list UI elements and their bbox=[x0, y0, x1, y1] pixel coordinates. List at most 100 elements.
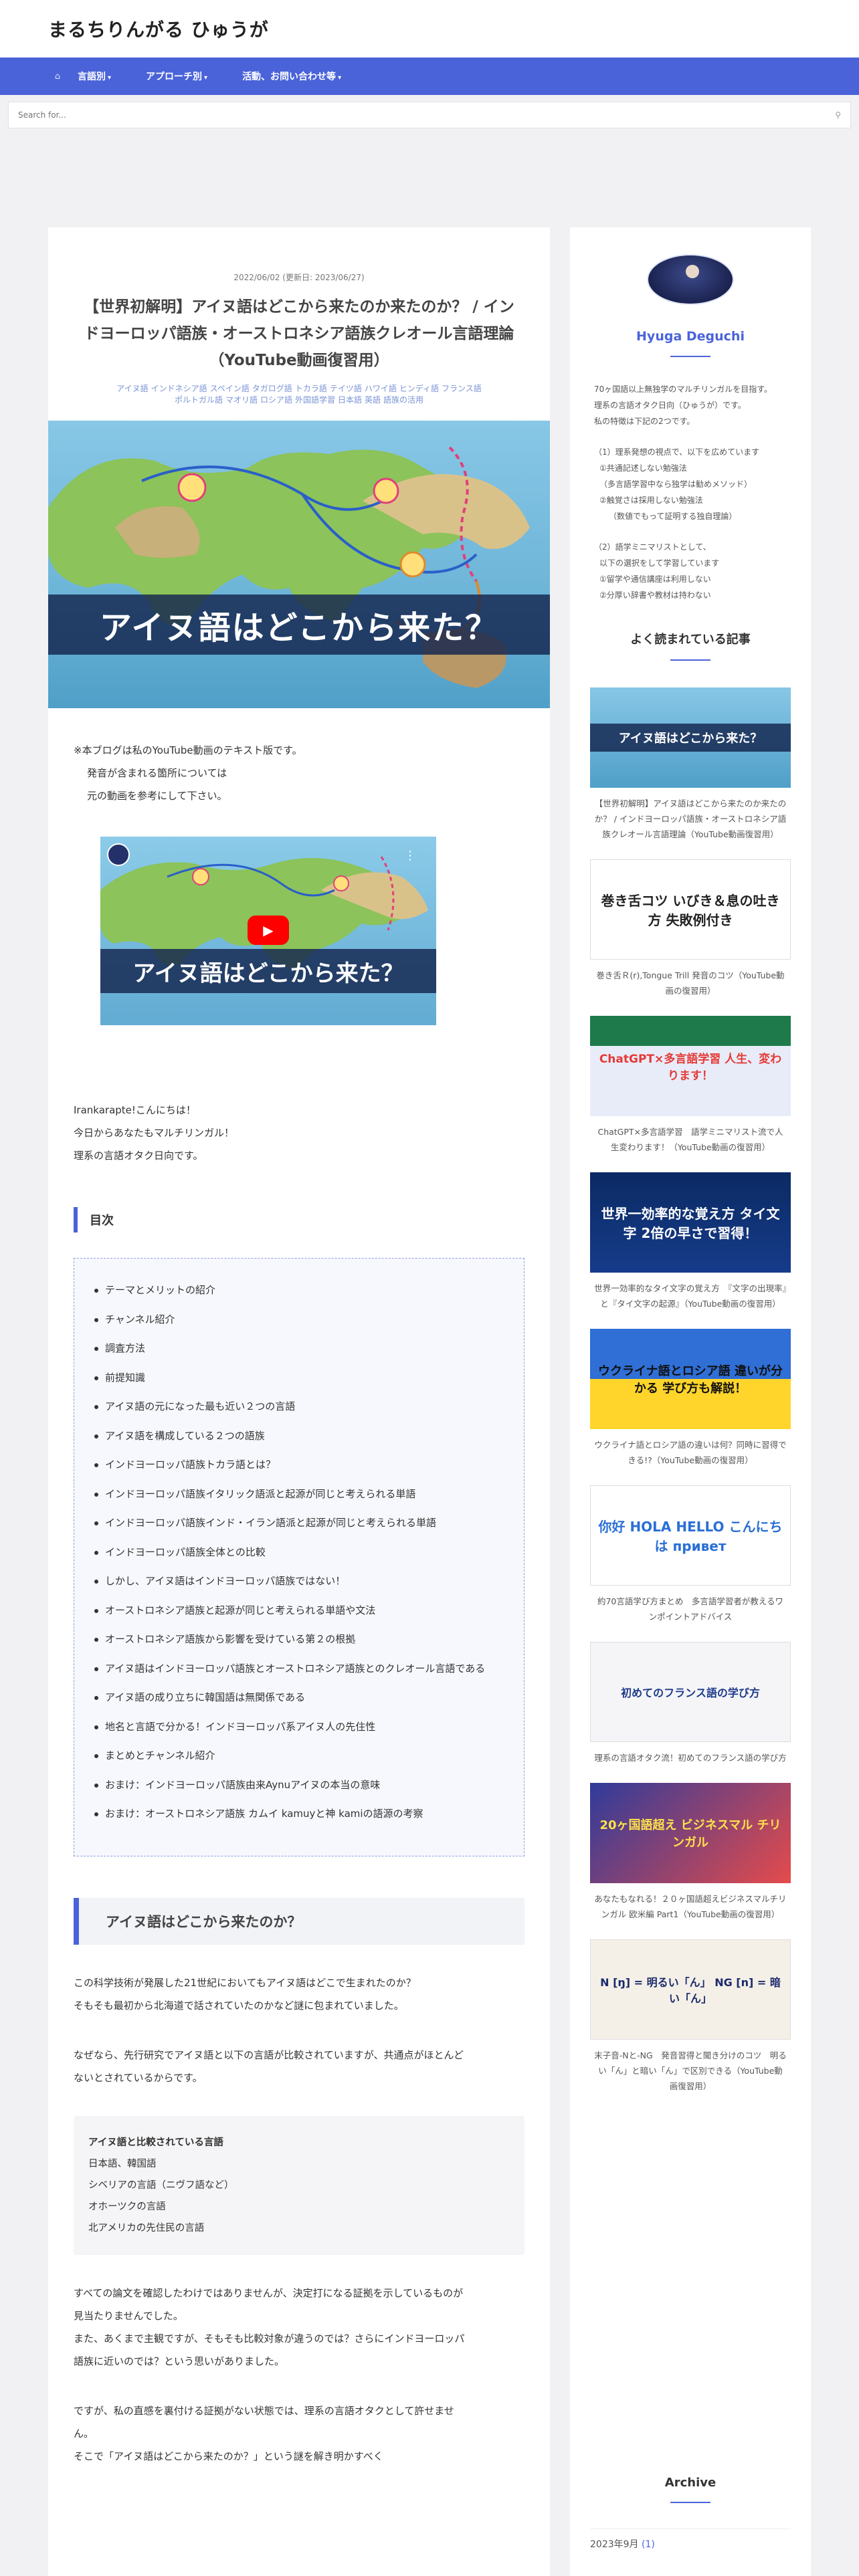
popular-post-thumbnail[interactable]: アイヌ語はどこから来た？ bbox=[590, 687, 791, 788]
box-item: 北アメリカの先住民の言語 bbox=[88, 2222, 205, 2234]
popular-post-thumbnail[interactable]: ChatGPT×多言語学習 人生、変わります！ bbox=[590, 1016, 791, 1116]
tag-link[interactable]: フランス語 bbox=[442, 384, 482, 393]
paragraph-line: ないとされているからです。 bbox=[74, 2071, 203, 2084]
profile-name: Hyuga Deguchi bbox=[636, 329, 745, 344]
toc-item[interactable]: インドヨーロッパ語族インド・イラン語派と起源が同じと考えられる単語 bbox=[88, 1515, 510, 1530]
popular-post-thumbnail[interactable]: 你好 HOLA HELLO こんにちは привет bbox=[590, 1485, 791, 1586]
sidebar: Hyuga Deguchi 70ヶ国語以上無独学のマルチリンガルを目指す。 理系… bbox=[570, 227, 811, 2576]
tag-link[interactable]: 外国語学習 bbox=[295, 395, 335, 405]
play-icon[interactable]: ▶ bbox=[248, 916, 289, 945]
toc-item[interactable]: オーストロネシア語族から影響を受けている第２の根拠 bbox=[88, 1632, 510, 1646]
profile-line: 理系の言語オタク日向（ひゅうが）です。 bbox=[594, 401, 746, 410]
greeting-line: Irankarapte!こんにちは！ bbox=[74, 1104, 196, 1116]
toc-item[interactable]: インドヨーロッパ語族全体との比較 bbox=[88, 1545, 510, 1560]
popular-post-thumbnail[interactable]: 初めてのフランス語の学び方 bbox=[590, 1642, 791, 1742]
popular-post-title[interactable]: 理系の言語オタク流！初めてのフランス語の学び方 bbox=[590, 1750, 791, 1765]
popular-post[interactable]: 你好 HOLA HELLO こんにちは привет 約70言語学び方まとめ 多言… bbox=[590, 1485, 791, 1624]
box-item: 日本語、韓国語 bbox=[88, 2158, 157, 2169]
toc-item[interactable]: アイヌ語を構成している２つの語族 bbox=[88, 1428, 510, 1443]
tag-link[interactable]: ロシア語 bbox=[260, 395, 292, 405]
popular-post-thumbnail[interactable]: 20ヶ国語超え ビジネスマル チリンガル bbox=[590, 1783, 791, 1883]
search-bar: ⚲ bbox=[8, 102, 851, 128]
nav-item-languages[interactable]: 言語別 ▾ bbox=[78, 70, 111, 83]
paragraph-line: そこで「アイヌ語はどこから来たのか？」という謎を解き明かすべく bbox=[74, 2450, 383, 2462]
popular-post-title[interactable]: 末子音-Nと-NG 発音習得と聞き分けのコツ 明るい「ん」と暗い「ん」で区別でき… bbox=[590, 2048, 791, 2094]
popular-post-title[interactable]: 巻き舌Ｒ(r),Tongue Trill 発音のコツ（YouTube動画の復習用… bbox=[590, 968, 791, 998]
tag-link[interactable]: 英語 bbox=[365, 395, 381, 405]
paragraph: この科学技術が発展した21世紀においてもアイヌ語はどこで生まれたのか？ そもそも… bbox=[74, 1971, 524, 2017]
toc-item[interactable]: アイヌ語の成り立ちに韓国語は無関係である bbox=[88, 1690, 510, 1705]
popular-widget: よく読まれている記事 アイヌ語はどこから来た？ 【世界初解明】アイヌ語はどこから来… bbox=[570, 630, 811, 2094]
tag-link[interactable]: トカラ語 bbox=[295, 384, 327, 393]
tag-link[interactable]: インドネシア語 bbox=[151, 384, 207, 393]
site-title[interactable]: まるちりんがる ひゅうが bbox=[48, 15, 269, 42]
nav-item-label: 言語別 bbox=[78, 72, 106, 82]
channel-avatar[interactable] bbox=[107, 843, 130, 866]
archive-month: 2023年9月 bbox=[590, 2539, 639, 2550]
toc-heading: 目次 bbox=[74, 1207, 524, 1232]
youtube-video-embed[interactable]: ⋮ アイヌ語はどこから来た？ ▶ bbox=[100, 837, 436, 1025]
tag-link[interactable]: ヒンディ語 bbox=[399, 384, 439, 393]
chevron-down-icon: ▾ bbox=[204, 74, 208, 82]
archive-item[interactable]: 2023年9月 (1) bbox=[590, 2529, 791, 2551]
paragraph-line: そもそも最初から北海道で話されていたのかなど謎に包まれていました。 bbox=[74, 1999, 404, 2012]
tag-link[interactable]: スペイン語 bbox=[210, 384, 250, 393]
tag-link[interactable]: 語族の活用 bbox=[383, 395, 423, 405]
popular-post-title[interactable]: あなたもなれる！２０ヶ国語超えビジネスマルチリンガル 欧米編 Part1（You… bbox=[590, 1891, 791, 1922]
toc-item[interactable]: オーストロネシア語族と起源が同じと考えられる単語や文法 bbox=[88, 1603, 510, 1618]
toc-item[interactable]: おまけ：オーストロネシア語族 カムイ kamuyと神 kamiの語源の考察 bbox=[88, 1806, 510, 1821]
tag-link[interactable]: ハワイ語 bbox=[365, 384, 397, 393]
article: 2022/06/02 (更新日: 2023/06/27) 【世界初解明】アイヌ語… bbox=[48, 227, 550, 2576]
box-title: アイヌ語と比較されている言語 bbox=[88, 2137, 223, 2148]
popular-post[interactable]: ChatGPT×多言語学習 人生、変わります！ ChatGPT×多言語学習 語学ミ… bbox=[590, 1016, 791, 1155]
popular-post-thumbnail[interactable]: 世界一効率的な覚え方 タイ文字 2倍の早さで習得！ bbox=[590, 1172, 791, 1273]
toc-item[interactable]: アイヌ語の元になった最も近い２つの言語 bbox=[88, 1399, 510, 1414]
search-icon[interactable]: ⚲ bbox=[835, 110, 841, 120]
thumbnail-text: N [ŋ] = 明るい「ん」 NG [n] = 暗い「ん」 bbox=[600, 1976, 781, 2005]
popular-post-thumbnail[interactable]: N [ŋ] = 明るい「ん」 NG [n] = 暗い「ん」 bbox=[590, 1939, 791, 2040]
toc-item[interactable]: まとめとチャンネル紹介 bbox=[88, 1748, 510, 1763]
toc-item[interactable]: インドヨーロッパ語族イタリック語派と起源が同じと考えられる単語 bbox=[88, 1487, 510, 1501]
popular-post[interactable]: ウクライナ語とロシア語 違いが分かる 学び方も解説！ ウクライナ語とロシア語の違い… bbox=[590, 1329, 791, 1468]
toc-item[interactable]: しかし、アイヌ語はインドヨーロッパ語族ではない！ bbox=[88, 1574, 510, 1588]
nav-item-activities[interactable]: 活動、お問い合わせ等 ▾ bbox=[242, 70, 341, 83]
popular-post[interactable]: 20ヶ国語超え ビジネスマル チリンガル あなたもなれる！２０ヶ国語超えビジネスマ… bbox=[590, 1783, 791, 1922]
toc-item[interactable]: 地名と言語で分かる！インドヨーロッパ系アイヌ人の先住性 bbox=[88, 1719, 510, 1734]
popular-post-thumbnail[interactable]: 巻き舌コツ いびき＆息の吐き方 失敗例付き bbox=[590, 859, 791, 960]
chevron-down-icon: ▾ bbox=[338, 74, 342, 82]
popular-post[interactable]: 巻き舌コツ いびき＆息の吐き方 失敗例付き巻き舌Ｒ(r),Tongue Tril… bbox=[590, 859, 791, 998]
tag-link[interactable]: 日本語 bbox=[338, 395, 362, 405]
tag-link[interactable]: テイツ語 bbox=[330, 384, 362, 393]
popular-post[interactable]: アイヌ語はどこから来た？ 【世界初解明】アイヌ語はどこから来たのか来たのか？ / … bbox=[590, 687, 791, 842]
chevron-down-icon: ▾ bbox=[108, 74, 112, 82]
popular-post-title[interactable]: ChatGPT×多言語学習 語学ミニマリスト流で人生変わります！（YouTube… bbox=[590, 1124, 791, 1155]
nav-item-approach[interactable]: アプローチ別 ▾ bbox=[146, 70, 207, 83]
popular-list: アイヌ語はどこから来た？ 【世界初解明】アイヌ語はどこから来たのか来たのか？ / … bbox=[570, 687, 811, 2094]
tag-link[interactable]: アイヌ語 bbox=[116, 384, 148, 393]
popular-post[interactable]: 初めてのフランス語の学び方理系の言語オタク流！初めてのフランス語の学び方 bbox=[590, 1642, 791, 1765]
tag-link[interactable]: タガログ語 bbox=[252, 384, 292, 393]
toc-item[interactable]: 調査方法 bbox=[88, 1341, 510, 1356]
home-icon[interactable]: ⌂ bbox=[37, 72, 78, 82]
popular-post-title[interactable]: 【世界初解明】アイヌ語はどこから来たのか来たのか？ / インドヨーロッパ語族・オ… bbox=[590, 796, 791, 842]
thumbnail-text: 20ヶ国語超え ビジネスマル チリンガル bbox=[599, 1818, 781, 1850]
toc-item[interactable]: インドヨーロッパ語族トカラ語とは？ bbox=[88, 1457, 510, 1472]
toc-item[interactable]: アイヌ語はインドヨーロッパ語族とオーストロネシア語族とのクレオール言語である bbox=[88, 1661, 510, 1676]
toc-item[interactable]: おまけ：インドヨーロッパ語族由来Aynuアイヌの本当の意味 bbox=[88, 1778, 510, 1792]
tag-link[interactable]: ポルトガル語 bbox=[175, 395, 223, 405]
popular-post[interactable]: 世界一効率的な覚え方 タイ文字 2倍の早さで習得！ 世界一効率的なタイ文字の覚え方… bbox=[590, 1172, 791, 1311]
paragraph-line: また、あくまで主観ですが、そもそも比較対象が違うのでは？さらにインドヨーロッパ bbox=[74, 2332, 465, 2345]
tag-link[interactable]: マオリ語 bbox=[225, 395, 258, 405]
popular-post-title[interactable]: 世界一効率的なタイ文字の覚え方 『文字の出現率』と『タイ文字の起源』（YouTu… bbox=[590, 1281, 791, 1311]
profile-avatar bbox=[647, 254, 734, 305]
popular-post[interactable]: N [ŋ] = 明るい「ん」 NG [n] = 暗い「ん」末子音-Nと-NG 発… bbox=[590, 1939, 791, 2094]
search-input[interactable] bbox=[18, 110, 759, 120]
popular-post-thumbnail[interactable]: ウクライナ語とロシア語 違いが分かる 学び方も解説！ bbox=[590, 1329, 791, 1429]
world-map-image bbox=[48, 446, 530, 688]
more-options-icon[interactable]: ⋮ bbox=[404, 849, 416, 863]
toc-item[interactable]: 前提知識 bbox=[88, 1370, 510, 1385]
toc-item[interactable]: チャンネル紹介 bbox=[88, 1312, 510, 1327]
toc-item[interactable]: テーマとメリットの紹介 bbox=[88, 1283, 510, 1297]
popular-post-title[interactable]: 約70言語学び方まとめ 多言語学習者が教えるワンポイントアドバイス bbox=[590, 1594, 791, 1624]
popular-post-title[interactable]: ウクライナ語とロシア語の違いは何？同時に習得できる!?（YouTube動画の復習… bbox=[590, 1437, 791, 1468]
